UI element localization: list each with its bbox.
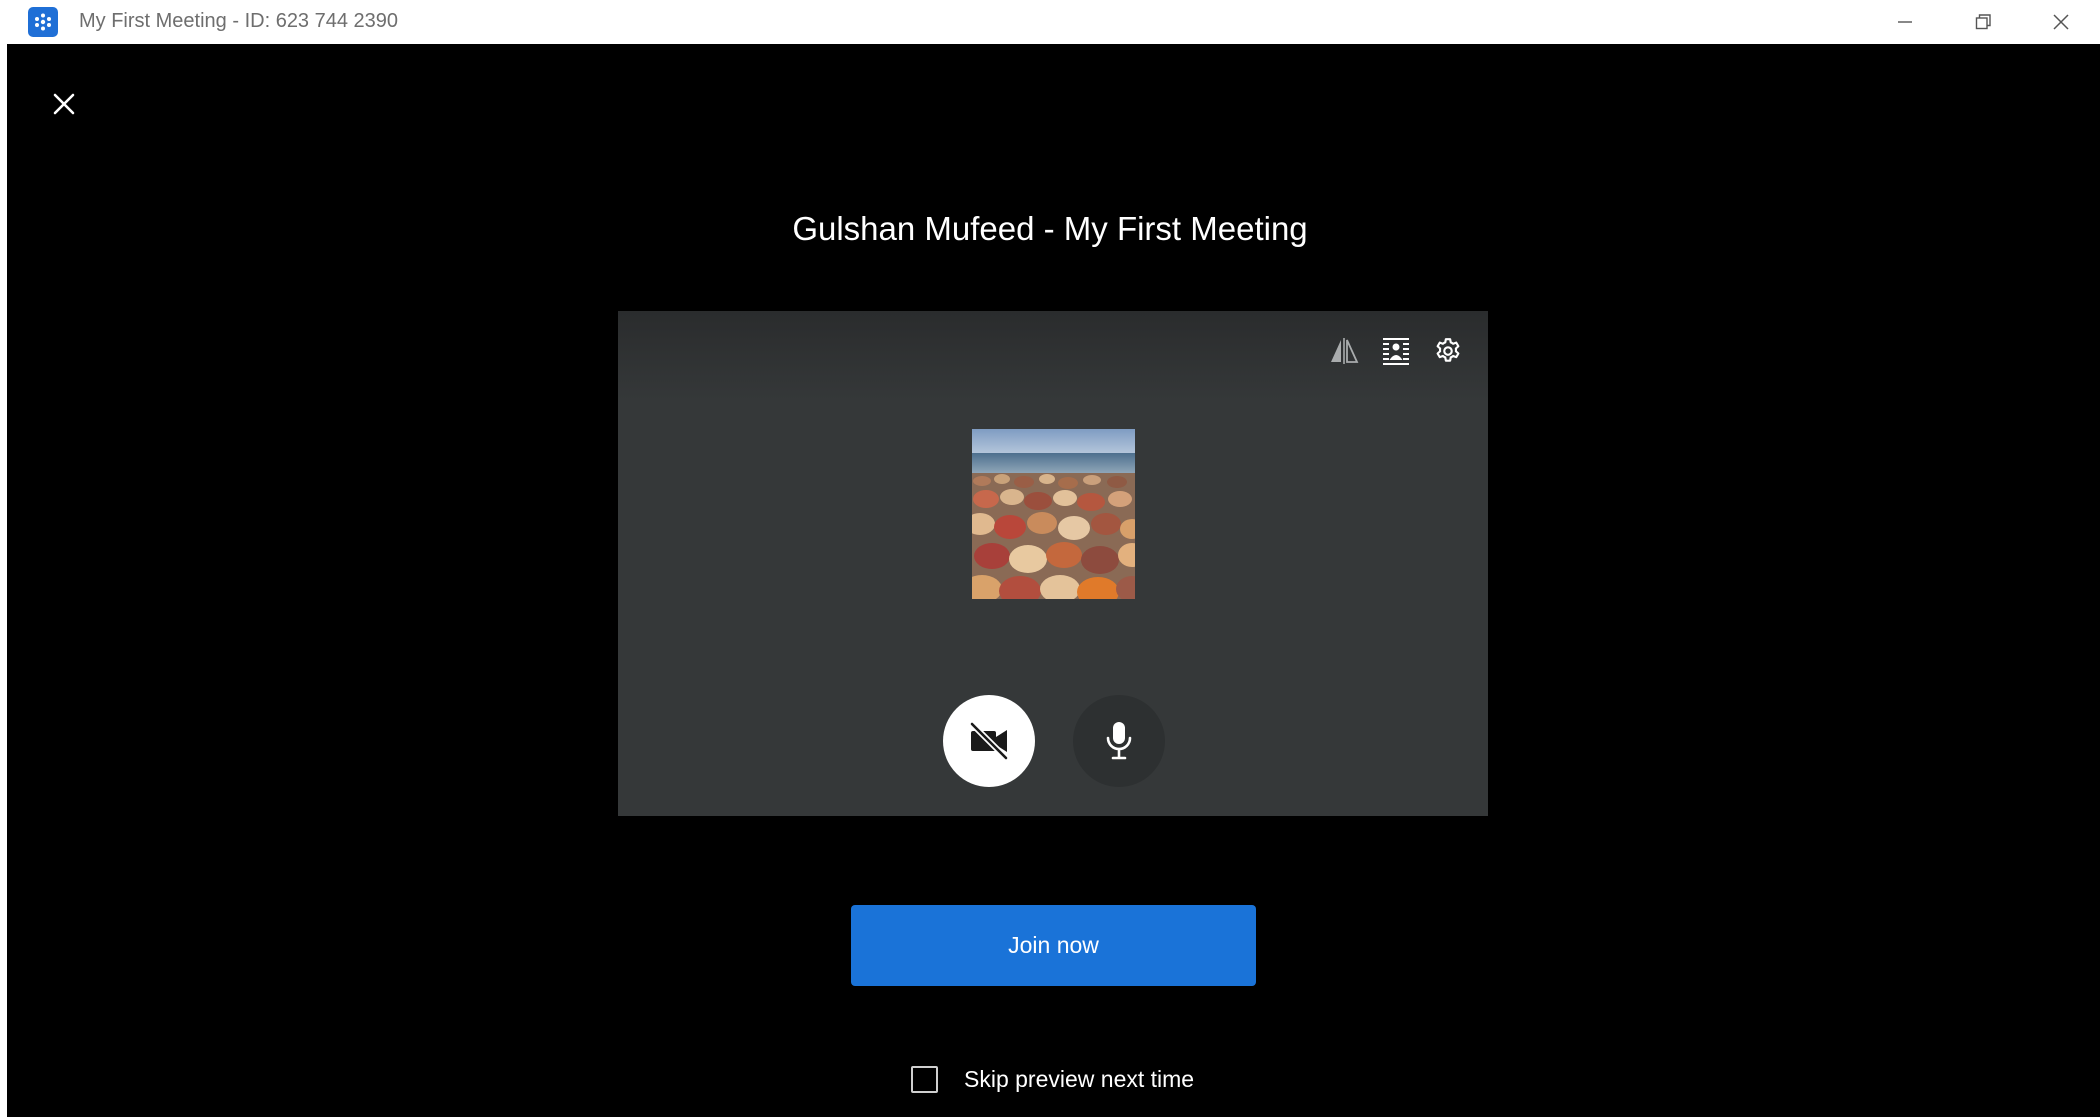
avatar [972, 429, 1135, 599]
mirror-video-icon [1331, 338, 1359, 364]
skip-preview-option[interactable]: Skip preview next time [911, 1066, 1194, 1093]
close-icon [2053, 14, 2069, 30]
close-icon [53, 93, 75, 115]
gear-icon [1436, 338, 1460, 362]
app-logo-icon [28, 7, 58, 37]
microphone-icon [1106, 722, 1132, 760]
window-left-border [0, 44, 7, 1117]
minimize-icon [1898, 21, 1912, 23]
camera-toggle-button[interactable] [943, 695, 1035, 787]
background-effects-button[interactable] [1376, 331, 1416, 371]
skip-preview-checkbox[interactable] [911, 1066, 938, 1093]
video-preview-panel [618, 311, 1488, 816]
title-bar: My First Meeting - ID: 623 744 2390 [0, 0, 2100, 44]
meeting-title: Gulshan Mufeed - My First Meeting [792, 210, 1308, 247]
restore-button[interactable] [1952, 0, 2014, 44]
join-now-button[interactable]: Join now [851, 905, 1256, 986]
close-preview-button[interactable] [46, 86, 82, 122]
camera-off-icon [969, 721, 1009, 761]
skip-preview-label: Skip preview next time [964, 1066, 1195, 1092]
minimize-button[interactable] [1874, 0, 1936, 44]
restore-icon [1975, 14, 1991, 30]
window-close-button[interactable] [2030, 0, 2092, 44]
mirror-video-button[interactable] [1324, 331, 1364, 371]
window-title: My First Meeting - ID: 623 744 2390 [79, 10, 399, 32]
microphone-toggle-button[interactable] [1073, 695, 1165, 787]
settings-button[interactable] [1428, 331, 1468, 371]
pebbles-beach-photo [972, 429, 1135, 599]
background-effects-icon [1383, 338, 1409, 365]
